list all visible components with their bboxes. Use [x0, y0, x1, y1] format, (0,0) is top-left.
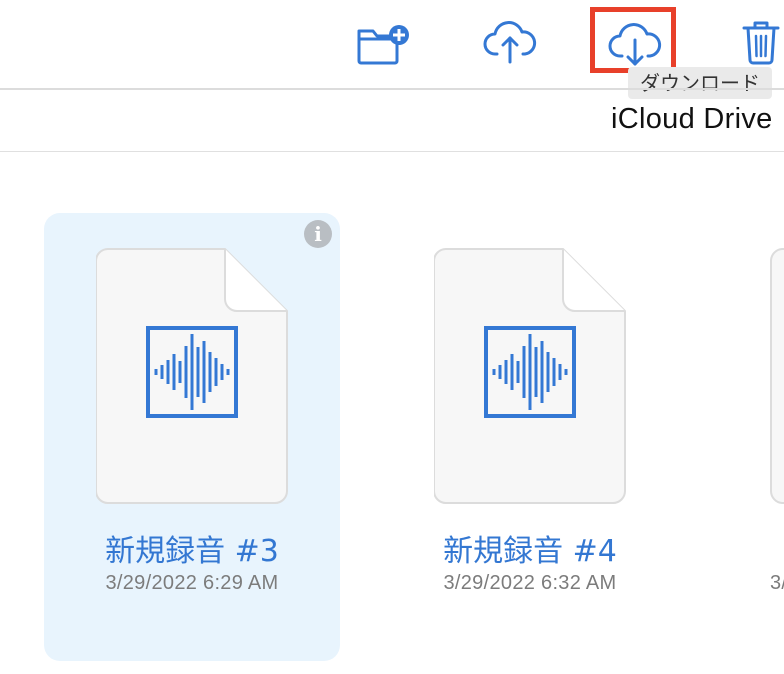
audio-file-thumbnail	[96, 248, 288, 504]
folder-plus-icon	[357, 25, 409, 65]
file-name: 新規録音 #3	[105, 534, 279, 569]
trash-icon	[742, 21, 780, 65]
toolbar: ダウンロード	[0, 0, 784, 99]
file-date: 3/29/2022 6:32 AM	[443, 572, 617, 594]
location-title[interactable]: iCloud Drive	[611, 103, 773, 136]
file-name: 新規録音 #4	[443, 534, 617, 569]
info-icon[interactable]: i	[304, 220, 332, 248]
delete-button[interactable]	[741, 18, 781, 66]
upload-button[interactable]	[483, 18, 537, 66]
file-date: 3/29/2022 6:29 AM	[105, 572, 279, 594]
document-icon[interactable]	[770, 248, 784, 504]
audio-file-thumbnail	[434, 248, 626, 504]
files-app: ダウンロード iCloud Drive i 新規録音 #3 3/29/2022 …	[0, 0, 784, 674]
new-folder-button[interactable]	[356, 22, 412, 66]
file-date: 3/	[770, 572, 784, 594]
download-highlight	[590, 7, 676, 73]
cloud-upload-icon	[483, 21, 537, 64]
